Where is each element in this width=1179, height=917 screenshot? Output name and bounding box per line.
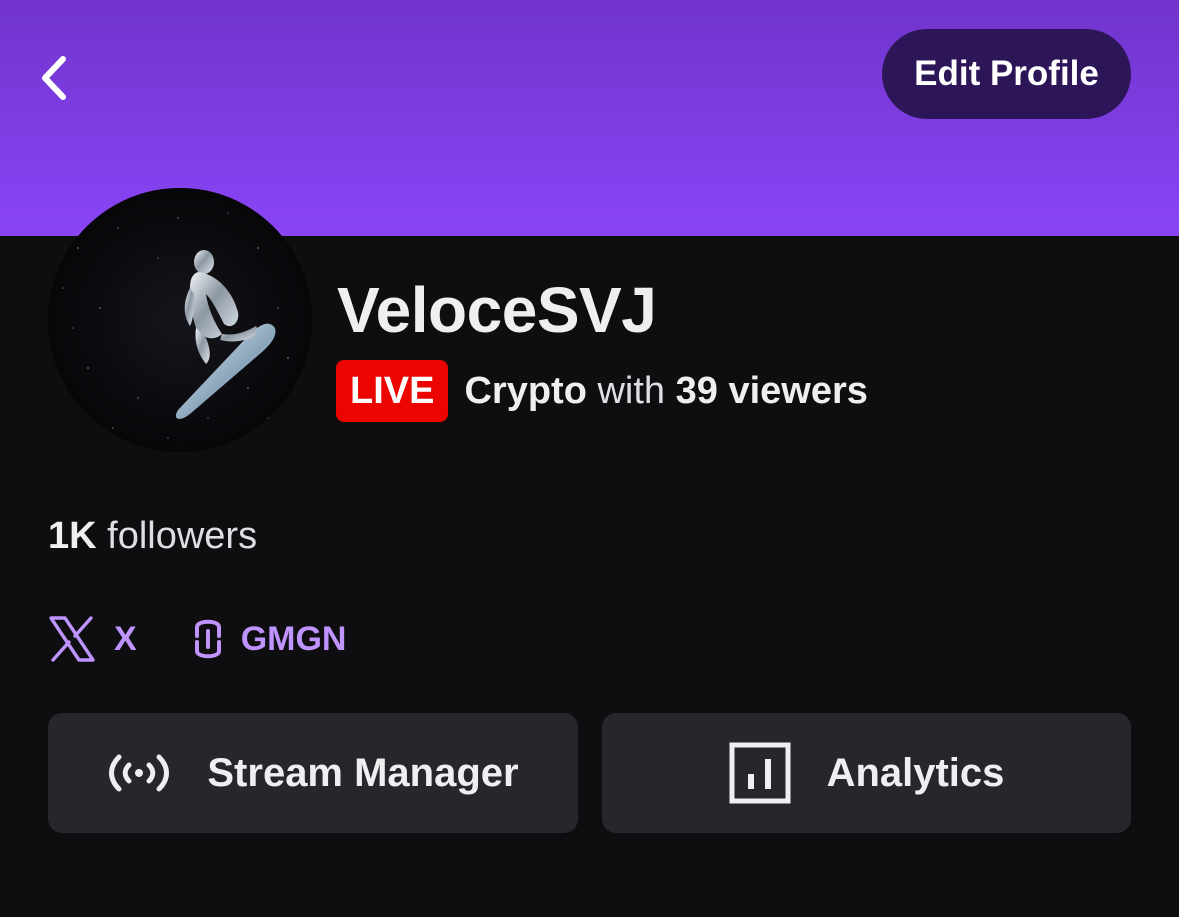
social-link-x[interactable]: X [48,616,137,662]
x-logo-icon [48,616,96,662]
avatar[interactable] [48,188,312,452]
broadcast-icon [107,751,171,795]
stream-manager-label: Stream Manager [207,750,519,795]
stream-manager-button[interactable]: Stream Manager [48,713,578,833]
followers-number: 1K [48,515,97,557]
profile-page: Edit Profile VeloceSVJ LIVE Crypto with … [0,0,1179,917]
social-links: X GMGN [48,612,402,666]
chevron-left-icon [42,56,66,100]
social-link-gmgn[interactable]: GMGN [193,616,347,662]
username: VeloceSVJ [337,274,657,346]
live-description: Crypto with 39 viewers [464,370,867,413]
analytics-button[interactable]: Analytics [602,713,1131,833]
back-button[interactable] [24,48,84,108]
social-label-x: X [114,619,137,658]
avatar-image [48,188,312,452]
followers-count: 1K followers [48,515,257,558]
link-icon [193,616,223,662]
live-badge: LIVE [336,360,449,422]
analytics-label: Analytics [826,750,1005,795]
with-text: with [597,369,666,412]
bar-chart-icon [729,742,791,804]
followers-label: followers [107,515,258,557]
live-status[interactable]: LIVE Crypto with 39 viewers [336,360,868,422]
edit-profile-button[interactable]: Edit Profile [882,29,1131,119]
stream-category[interactable]: Crypto [464,370,586,412]
viewer-count: 39 viewers [675,369,868,412]
social-label-gmgn: GMGN [240,619,347,658]
